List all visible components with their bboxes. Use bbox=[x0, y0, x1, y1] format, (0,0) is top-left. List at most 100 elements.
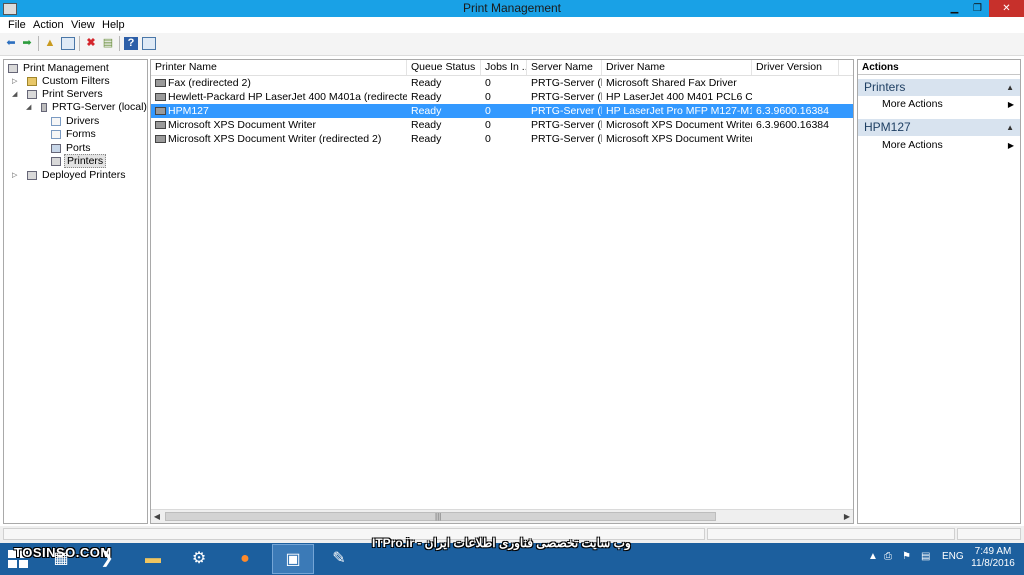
menu-help[interactable]: Help bbox=[102, 19, 125, 31]
tree-item-forms[interactable]: Forms bbox=[51, 128, 98, 141]
print-management-icon bbox=[8, 63, 18, 73]
show-hide-console-tree-icon[interactable] bbox=[61, 37, 75, 50]
menu-action[interactable]: Action bbox=[33, 19, 64, 31]
table-row[interactable]: Microsoft XPS Document Writer (redirecte… bbox=[151, 132, 853, 146]
printer-tray-icon[interactable]: ⎙ bbox=[884, 551, 892, 562]
column-header-server-name[interactable]: Server Name bbox=[527, 60, 602, 75]
tree-item-deployed-printers[interactable]: ▷ Deployed Printers bbox=[12, 169, 127, 182]
back-arrow-icon[interactable]: ⬅ bbox=[4, 37, 18, 50]
queue-status-cell: Ready bbox=[411, 77, 442, 89]
action-label: More Actions bbox=[882, 139, 943, 151]
title-bar: Print Management ▁ ❐ ✕ bbox=[0, 0, 1024, 17]
delete-icon[interactable]: ✖ bbox=[84, 37, 98, 50]
printer-icon bbox=[155, 93, 166, 102]
minimize-button[interactable]: ▁ bbox=[943, 0, 966, 17]
queue-status-cell: Ready bbox=[411, 105, 442, 117]
menu-file[interactable]: File bbox=[8, 19, 26, 31]
scroll-grip-icon: ||| bbox=[435, 512, 442, 521]
tree-item-prtg-server[interactable]: ◢ PRTG-Server (local) bbox=[26, 101, 147, 114]
table-row[interactable]: Hewlett-Packard HP LaserJet 400 M401a (r… bbox=[151, 90, 853, 104]
up-folder-icon[interactable]: ▲ bbox=[43, 37, 57, 50]
show-hidden-icons-icon[interactable]: ▲ bbox=[868, 551, 878, 562]
column-header-driver-name[interactable]: Driver Name bbox=[602, 60, 752, 75]
action-label: More Actions bbox=[882, 98, 943, 110]
ports-icon bbox=[51, 143, 61, 153]
column-header-printer-name[interactable]: Printer Name bbox=[151, 60, 407, 75]
printer-name: HPM127 bbox=[168, 105, 209, 117]
driver-name-cell: HP LaserJet 400 M401 PCL6 Class ... bbox=[606, 91, 752, 103]
help-icon[interactable]: ? bbox=[124, 37, 138, 50]
forward-arrow-icon[interactable]: ➡ bbox=[20, 37, 34, 50]
firefox-icon[interactable]: ● bbox=[224, 544, 266, 574]
window-title: Print Management bbox=[462, 1, 562, 15]
file-explorer-icon[interactable]: ▬ bbox=[132, 544, 174, 574]
tree-item-drivers[interactable]: Drivers bbox=[51, 115, 101, 128]
expand-icon[interactable]: ▷ bbox=[12, 169, 20, 182]
table-row-selected[interactable]: HPM127 Ready 0 PRTG-Server (l... HP Lase… bbox=[151, 104, 853, 118]
settings-gear-icon[interactable]: ⚙ bbox=[178, 544, 220, 574]
chevron-right-icon: ▶ bbox=[1007, 100, 1014, 109]
forms-icon bbox=[51, 129, 61, 139]
print-management-taskbar-icon[interactable]: ▣ bbox=[272, 544, 314, 574]
driver-name-cell: Microsoft Shared Fax Driver bbox=[606, 77, 737, 89]
network-icon[interactable]: ▤ bbox=[921, 551, 930, 562]
menu-bar: File Action View Help bbox=[0, 17, 1024, 33]
driver-version-cell bbox=[752, 76, 842, 90]
column-header-jobs-in-queue[interactable]: Jobs In ... bbox=[481, 60, 527, 75]
tree-item-print-servers[interactable]: ◢ Print Servers bbox=[12, 88, 105, 101]
clock-date: 11/8/2016 bbox=[971, 558, 1015, 569]
table-row[interactable]: Microsoft XPS Document Writer Ready 0 PR… bbox=[151, 118, 853, 132]
close-button[interactable]: ✕ bbox=[989, 0, 1024, 17]
queue-status-cell: Ready bbox=[411, 133, 442, 145]
printer-name: Fax (redirected 2) bbox=[168, 77, 251, 89]
driver-version-cell bbox=[752, 90, 842, 104]
queue-status-cell: Ready bbox=[411, 91, 442, 103]
printer-name-cell: Microsoft XPS Document Writer bbox=[151, 118, 407, 132]
server-folder-icon bbox=[27, 89, 37, 99]
actions-section-printers[interactable]: Printers ▲ bbox=[858, 79, 1020, 96]
tree-item-printers[interactable]: Printers bbox=[51, 154, 107, 168]
taskbar: TOSINSO.COM ▦ ❯ ▬ ⚙ ● ▣ ✎ ITPro.ir - وب … bbox=[0, 536, 1024, 575]
jobs-cell: 0 bbox=[485, 105, 491, 117]
collapse-up-icon[interactable]: ▲ bbox=[1006, 79, 1014, 96]
column-header-queue-status[interactable]: Queue Status bbox=[407, 60, 481, 75]
printer-name-cell: Hewlett-Packard HP LaserJet 400 M401a (r… bbox=[151, 90, 407, 104]
driver-name-cell: Microsoft XPS Document Writer v4 bbox=[606, 133, 752, 145]
column-header-driver-version[interactable]: Driver Version bbox=[752, 60, 839, 75]
printers-list: Printer Name Queue Status Jobs In ... Se… bbox=[150, 59, 854, 524]
more-actions-hpm127[interactable]: More Actions ▶ bbox=[858, 138, 1020, 153]
collapse-icon[interactable]: ◢ bbox=[12, 88, 20, 101]
tree-item-print-management[interactable]: Print Management bbox=[8, 62, 111, 75]
server-manager-icon[interactable]: ▦ bbox=[40, 544, 82, 574]
language-indicator[interactable]: ENG bbox=[942, 551, 964, 562]
more-actions-printers[interactable]: More Actions ▶ bbox=[858, 97, 1020, 112]
server-name-cell: PRTG-Server (l... bbox=[531, 91, 602, 103]
tree-item-custom-filters[interactable]: ▷ Custom Filters bbox=[12, 75, 112, 88]
deployed-printers-icon bbox=[27, 170, 37, 180]
watermark-rtl-text: ITPro.ir - وب سایت تخصصی فناوری اطلاعات … bbox=[372, 536, 631, 550]
toolbar-separator bbox=[79, 36, 80, 51]
jobs-cell: 0 bbox=[485, 119, 491, 131]
expand-icon[interactable]: ▷ bbox=[12, 75, 20, 88]
export-list-icon[interactable]: ▤ bbox=[101, 37, 115, 50]
show-hide-action-pane-icon[interactable] bbox=[142, 37, 156, 50]
menu-view[interactable]: View bbox=[71, 19, 95, 31]
paint-icon[interactable]: ✎ bbox=[318, 544, 360, 574]
collapse-up-icon[interactable]: ▲ bbox=[1006, 119, 1014, 136]
restore-button[interactable]: ❐ bbox=[966, 0, 989, 17]
horizontal-scrollbar[interactable]: ◀ ||| ▶ bbox=[151, 509, 853, 523]
clock-time: 7:49 AM bbox=[974, 546, 1012, 557]
clock[interactable]: 7:49 AM 11/8/2016 bbox=[970, 546, 1016, 570]
scroll-left-icon[interactable]: ◀ bbox=[151, 510, 163, 523]
flag-icon[interactable]: ⚑ bbox=[902, 551, 911, 562]
table-row[interactable]: Fax (redirected 2) Ready 0 PRTG-Server (… bbox=[151, 76, 853, 90]
server-name-cell: PRTG-Server (l... bbox=[531, 119, 602, 131]
server-icon bbox=[41, 102, 47, 112]
collapse-icon[interactable]: ◢ bbox=[26, 101, 34, 114]
driver-name-cell: HP LaserJet Pro MFP M127-M128 ... bbox=[606, 105, 752, 117]
powershell-icon[interactable]: ❯ bbox=[86, 544, 128, 574]
actions-section-hpm127[interactable]: HPM127 ▲ bbox=[858, 119, 1020, 136]
scroll-right-icon[interactable]: ▶ bbox=[841, 510, 853, 523]
jobs-cell: 0 bbox=[485, 77, 491, 89]
section-title: HPM127 bbox=[864, 120, 911, 134]
